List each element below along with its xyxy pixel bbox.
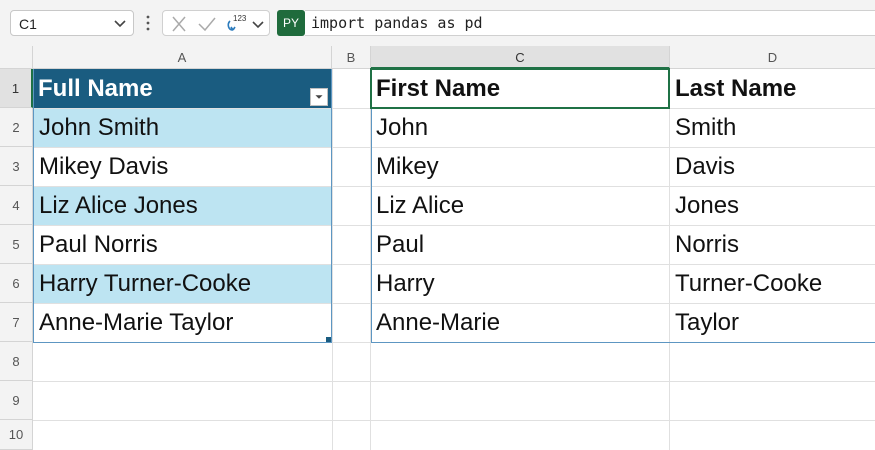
row-header-4[interactable]: 4 [0, 186, 33, 225]
row-header-1[interactable]: 1 [0, 69, 33, 108]
output-header-last-name[interactable]: Last Name [670, 69, 875, 108]
more-options-icon[interactable] [146, 14, 150, 32]
python-output-type-button[interactable]: 123 [225, 14, 247, 33]
row-header-7[interactable]: 7 [0, 303, 33, 342]
table-cell[interactable]: Paul Norris [34, 226, 331, 264]
output-cell[interactable]: Paul [371, 226, 669, 264]
output-cell[interactable]: Jones [670, 187, 875, 225]
output-cell[interactable]: Harry [371, 265, 669, 303]
output-header-first-name[interactable]: First Name [371, 69, 669, 108]
cancel-icon[interactable] [169, 15, 189, 33]
row-header-8[interactable]: 8 [0, 342, 33, 381]
gridline [33, 381, 875, 382]
row-header-3[interactable]: 3 [0, 147, 33, 186]
output-cell[interactable]: John [371, 109, 669, 147]
output-cell[interactable]: Davis [670, 148, 875, 186]
gridline [33, 420, 875, 421]
table-cell[interactable]: Anne-Marie Taylor [34, 304, 331, 342]
formula-buttons: 123 [162, 10, 270, 36]
row-header-10[interactable]: 10 [0, 420, 33, 450]
formula-input[interactable]: import pandas as pd [305, 10, 875, 36]
gridline [33, 342, 875, 343]
column-header-b[interactable]: B [332, 46, 371, 69]
name-box[interactable]: C1 [10, 10, 134, 36]
output-cell[interactable]: Turner-Cooke [670, 265, 875, 303]
output-cell[interactable]: Norris [670, 226, 875, 264]
table-cell[interactable]: Harry Turner-Cooke [34, 265, 331, 303]
filter-dropdown-button[interactable] [310, 88, 328, 106]
chevron-down-icon[interactable] [251, 15, 265, 33]
column-header-a[interactable]: A [33, 46, 332, 69]
table-resize-handle[interactable] [326, 337, 331, 342]
select-all-corner[interactable] [0, 46, 33, 69]
chevron-down-icon[interactable] [113, 15, 127, 31]
formula-bar: C1 123 PY import pandas as pd [0, 0, 875, 46]
output-cell[interactable]: Taylor [670, 304, 875, 342]
spreadsheet-grid: A B C D 1 2 3 4 5 6 7 8 9 10 Full Name J… [0, 46, 875, 450]
enter-check-icon[interactable] [197, 15, 217, 33]
name-box-value: C1 [19, 16, 37, 32]
output-cell[interactable]: Smith [670, 109, 875, 147]
row-header-2[interactable]: 2 [0, 108, 33, 147]
output-cell[interactable]: Mikey [371, 148, 669, 186]
table-cell[interactable]: Liz Alice Jones [34, 187, 331, 225]
python-mode-badge[interactable]: PY [277, 10, 305, 36]
column-header-c[interactable]: C [371, 46, 670, 69]
output-type-label: 123 [233, 14, 247, 23]
gridline [332, 69, 333, 450]
table-cell[interactable]: John Smith [34, 109, 331, 147]
dropdown-arrow-icon [315, 95, 323, 99]
output-cell[interactable]: Anne-Marie [371, 304, 669, 342]
row-header-5[interactable]: 5 [0, 225, 33, 264]
table-header-full-name[interactable]: Full Name [33, 69, 332, 108]
row-header-9[interactable]: 9 [0, 381, 33, 420]
table-cell[interactable]: Mikey Davis [34, 148, 331, 186]
row-header-6[interactable]: 6 [0, 264, 33, 303]
formula-text: import pandas as pd [311, 14, 483, 32]
column-header-d[interactable]: D [670, 46, 875, 69]
output-cell[interactable]: Liz Alice [371, 187, 669, 225]
